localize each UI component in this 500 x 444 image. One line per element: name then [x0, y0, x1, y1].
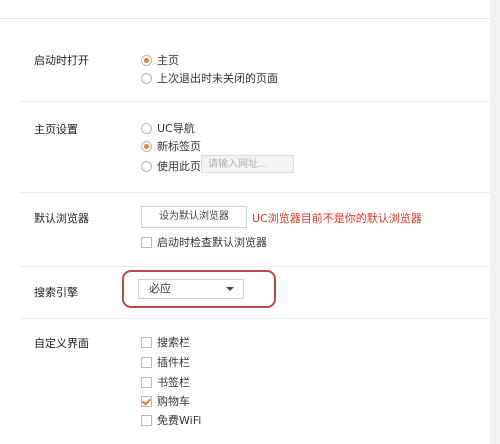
divider [20, 266, 490, 267]
homepage-option-uc-nav[interactable]: UC导航 [141, 120, 195, 136]
custom-ui-item-label: 购物车 [157, 395, 190, 408]
custom-ui-item-plugin-bar[interactable]: 插件栏 [141, 354, 190, 370]
divider [20, 101, 490, 102]
custom-ui-item-label: 插件栏 [157, 356, 190, 369]
default-browser-warning: UC浏览器目前不是你的默认浏览器 [252, 212, 422, 225]
default-browser-label: 默认浏览器 [34, 212, 89, 225]
homepage-option-new-tab-label: 新标签页 [157, 140, 201, 153]
radio-icon[interactable] [141, 72, 152, 84]
radio-selected-icon[interactable] [141, 54, 152, 66]
homepage-option-new-tab[interactable]: 新标签页 [141, 138, 201, 154]
search-engine-selected: 必应 [149, 282, 171, 295]
custom-ui-item-search-bar[interactable]: 搜索栏 [141, 334, 190, 350]
startup-label: 启动时打开 [34, 54, 89, 67]
startup-option-restore-label: 上次退出时未关闭的页面 [157, 72, 278, 85]
check-default-on-start-label: 启动时检查默认浏览器 [157, 236, 267, 249]
checkbox-icon[interactable] [141, 356, 152, 368]
checkbox-icon[interactable] [141, 414, 152, 426]
homepage-option-uc-nav-label: UC导航 [157, 122, 195, 135]
homepage-option-custom[interactable]: 使用此页 [141, 158, 201, 174]
divider [20, 192, 490, 193]
custom-ui-item-label: 免费WiFi [157, 414, 202, 427]
startup-option-home[interactable]: 主页 [141, 52, 179, 68]
checkbox-checked-icon[interactable] [141, 395, 152, 407]
custom-ui-label: 自定义界面 [34, 337, 89, 350]
radio-selected-icon[interactable] [141, 140, 152, 152]
custom-ui-item-label: 书签栏 [157, 376, 190, 389]
radio-icon[interactable] [141, 122, 152, 134]
homepage-label: 主页设置 [34, 123, 78, 136]
custom-ui-item-label: 搜索栏 [157, 336, 190, 349]
startup-option-restore[interactable]: 上次退出时未关闭的页面 [141, 70, 278, 86]
checkbox-icon[interactable] [141, 336, 152, 348]
top-divider [0, 18, 490, 19]
custom-ui-item-free-wifi[interactable]: 免费WiFi [141, 412, 201, 428]
check-default-on-start[interactable]: 启动时检查默认浏览器 [141, 234, 267, 250]
search-engine-label: 搜索引擎 [34, 286, 78, 299]
custom-ui-item-bookmark-bar[interactable]: 书签栏 [141, 374, 190, 390]
checkbox-icon[interactable] [141, 236, 152, 248]
homepage-url-input[interactable] [201, 155, 294, 173]
settings-panel: 启动时打开 主页 上次退出时未关闭的页面 主页设置 UC导航 新标签页 使用此页… [0, 0, 490, 444]
checkbox-icon[interactable] [141, 376, 152, 388]
radio-icon[interactable] [141, 160, 152, 172]
custom-ui-item-shopping-cart[interactable]: 购物车 [141, 393, 190, 409]
search-engine-select[interactable]: 必应 [138, 279, 244, 299]
caret-down-icon [226, 287, 234, 291]
set-default-browser-button[interactable]: 设为默认浏览器 [141, 206, 247, 228]
startup-option-home-label: 主页 [157, 54, 179, 67]
homepage-option-custom-label: 使用此页 [157, 160, 201, 173]
divider [20, 318, 490, 319]
